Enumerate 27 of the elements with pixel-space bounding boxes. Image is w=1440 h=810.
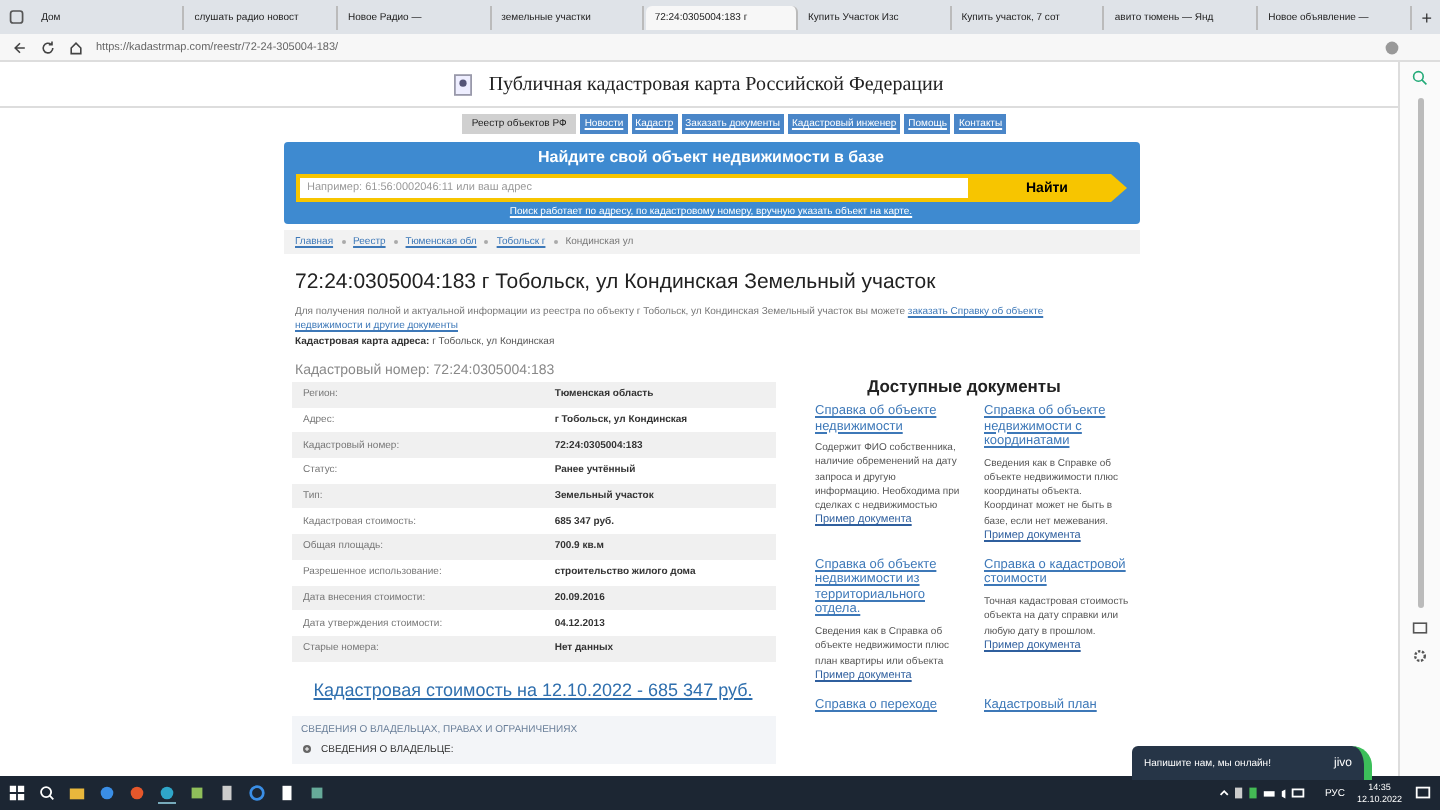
breadcrumb-separator <box>484 240 489 244</box>
breadcrumb-separator <box>553 240 558 244</box>
browser-icon[interactable] <box>248 784 266 802</box>
cadastral-cost-link[interactable]: Кадастровая стоимость на 12.10.2022 - 685 347 руб. <box>291 679 775 700</box>
app-icon[interactable] <box>308 784 326 802</box>
folder-icon[interactable] <box>68 784 86 802</box>
breadcrumb-separator <box>341 240 346 244</box>
notification-icon[interactable] <box>1414 784 1432 802</box>
site-title: Публичная кадастровая карта Российской Федерации <box>488 73 944 95</box>
search-icon[interactable] <box>38 784 56 802</box>
new-tab-button[interactable]: + <box>1413 7 1440 27</box>
app-icon[interactable] <box>188 784 206 802</box>
refresh-icon[interactable] <box>40 39 56 55</box>
browser-icon[interactable] <box>158 783 176 803</box>
documents-heading: Доступные документы <box>865 376 1063 396</box>
scrollbar[interactable] <box>1417 98 1423 608</box>
page-title: 72:24:0305004:183 г Тобольск, ул Кондинская Земельный участок <box>295 270 938 294</box>
document-icon[interactable] <box>278 784 296 802</box>
home-icon[interactable] <box>68 39 84 55</box>
windows-start-icon[interactable] <box>8 784 26 802</box>
settings-icon[interactable] <box>1412 648 1428 664</box>
search-heading: Найдите свой объект недвижимости в базе <box>537 148 884 166</box>
tab-actions-icon[interactable] <box>8 8 26 26</box>
profile-icon[interactable] <box>1384 39 1400 55</box>
breadcrumb-separator <box>393 240 398 244</box>
sidebar-panel-icon[interactable] <box>1412 620 1428 636</box>
back-icon[interactable] <box>12 39 28 55</box>
